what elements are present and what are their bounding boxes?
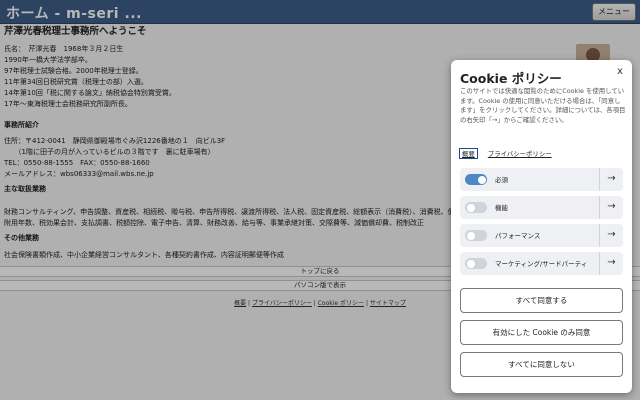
- accept-selected-button[interactable]: 有効にした Cookie のみ同意: [460, 320, 623, 345]
- marketing-toggle[interactable]: [465, 258, 487, 269]
- cookie-description: このサイトでは快適な閲覧のためにCookie を使用しています。Cookie の…: [460, 87, 626, 124]
- close-icon[interactable]: x: [614, 66, 626, 78]
- toggle-knob: [477, 175, 486, 184]
- overview-link[interactable]: 概要: [459, 148, 478, 159]
- toggle-knob: [466, 203, 475, 212]
- performance-toggle[interactable]: [465, 230, 487, 241]
- functional-toggle[interactable]: [465, 202, 487, 213]
- arrow-right-icon[interactable]: →: [599, 196, 623, 219]
- arrow-right-icon[interactable]: →: [599, 252, 623, 275]
- accept-all-button[interactable]: すべて同意する: [460, 288, 623, 313]
- cookie-category-marketing: マーケティング/サードパーティ →: [460, 252, 623, 275]
- required-toggle[interactable]: [465, 174, 487, 185]
- cookie-panel-title: Cookie ポリシー: [460, 71, 562, 86]
- cookie-links: 概要 プライバシーポリシー: [459, 148, 552, 159]
- category-label: 必須: [495, 176, 508, 184]
- cookie-category-functional: 機能 →: [460, 196, 623, 219]
- toggle-knob: [466, 259, 475, 268]
- category-label: 機能: [495, 204, 508, 212]
- arrow-right-icon[interactable]: →: [599, 224, 623, 247]
- reject-all-button[interactable]: すべてに同意しない: [460, 352, 623, 377]
- arrow-right-icon[interactable]: →: [599, 168, 623, 191]
- cookie-category-required: 必須 →: [460, 168, 623, 191]
- cookie-policy-panel: Cookie ポリシー x このサイトでは快適な閲覧のためにCookie を使用…: [451, 60, 632, 393]
- privacy-policy-link[interactable]: プライバシーポリシー: [488, 150, 552, 158]
- cookie-category-performance: パフォーマンス →: [460, 224, 623, 247]
- category-label: マーケティング/サードパーティ: [495, 260, 588, 268]
- toggle-knob: [466, 231, 475, 240]
- category-label: パフォーマンス: [495, 232, 541, 240]
